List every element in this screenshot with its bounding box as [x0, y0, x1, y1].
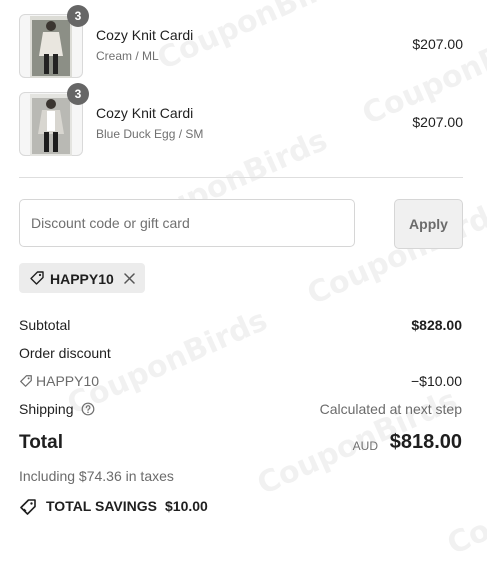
divider [19, 177, 463, 178]
item-price: $207.00 [412, 114, 463, 130]
total-savings-label: TOTAL SAVINGS [46, 498, 157, 514]
watermark: CouponBirds [442, 442, 487, 562]
discount-code-input[interactable] [19, 199, 355, 247]
apply-button[interactable]: Apply [394, 199, 463, 249]
shipping-row: Shipping [19, 401, 95, 419]
line-item: 3 Cozy Knit Cardi Cream / ML $207.00 [19, 5, 463, 78]
shipping-label: Shipping [19, 401, 74, 417]
close-icon[interactable] [123, 272, 136, 290]
discount-code-text: HAPPY10 [36, 373, 100, 389]
taxes-note: Including $74.36 in taxes [19, 468, 174, 484]
total-amount: $818.00 [389, 431, 462, 453]
applied-discount-chip: HAPPY10 [19, 263, 145, 293]
quantity-badge: 3 [67, 5, 89, 27]
product-thumbnail: 3 [19, 83, 89, 156]
subtotal-label: Subtotal [19, 317, 71, 333]
total-label: Total [19, 432, 63, 453]
quantity-badge: 3 [67, 83, 89, 105]
order-discount-label: Order discount [19, 345, 111, 361]
discount-code-row: HAPPY10 [19, 373, 99, 391]
product-thumbnail: 3 [19, 5, 89, 78]
item-price: $207.00 [412, 36, 463, 52]
item-variant: Blue Duck Egg / SM [96, 127, 204, 141]
total-savings-value: $10.00 [165, 498, 208, 514]
discount-code-label: HAPPY10 [50, 271, 114, 287]
help-icon[interactable] [81, 402, 95, 419]
savings-tag-icon [19, 498, 37, 521]
tag-icon [19, 374, 33, 391]
currency-code: AUD [352, 439, 378, 453]
tag-icon [29, 270, 45, 291]
subtotal-value: $828.00 [411, 317, 462, 333]
shipping-value: Calculated at next step [319, 401, 462, 417]
line-item: 3 Cozy Knit Cardi Blue Duck Egg / SM $20… [19, 83, 463, 156]
item-variant: Cream / ML [96, 49, 159, 63]
discount-value: −$10.00 [411, 373, 462, 389]
item-title: Cozy Knit Cardi [96, 27, 194, 43]
item-title: Cozy Knit Cardi [96, 105, 194, 121]
